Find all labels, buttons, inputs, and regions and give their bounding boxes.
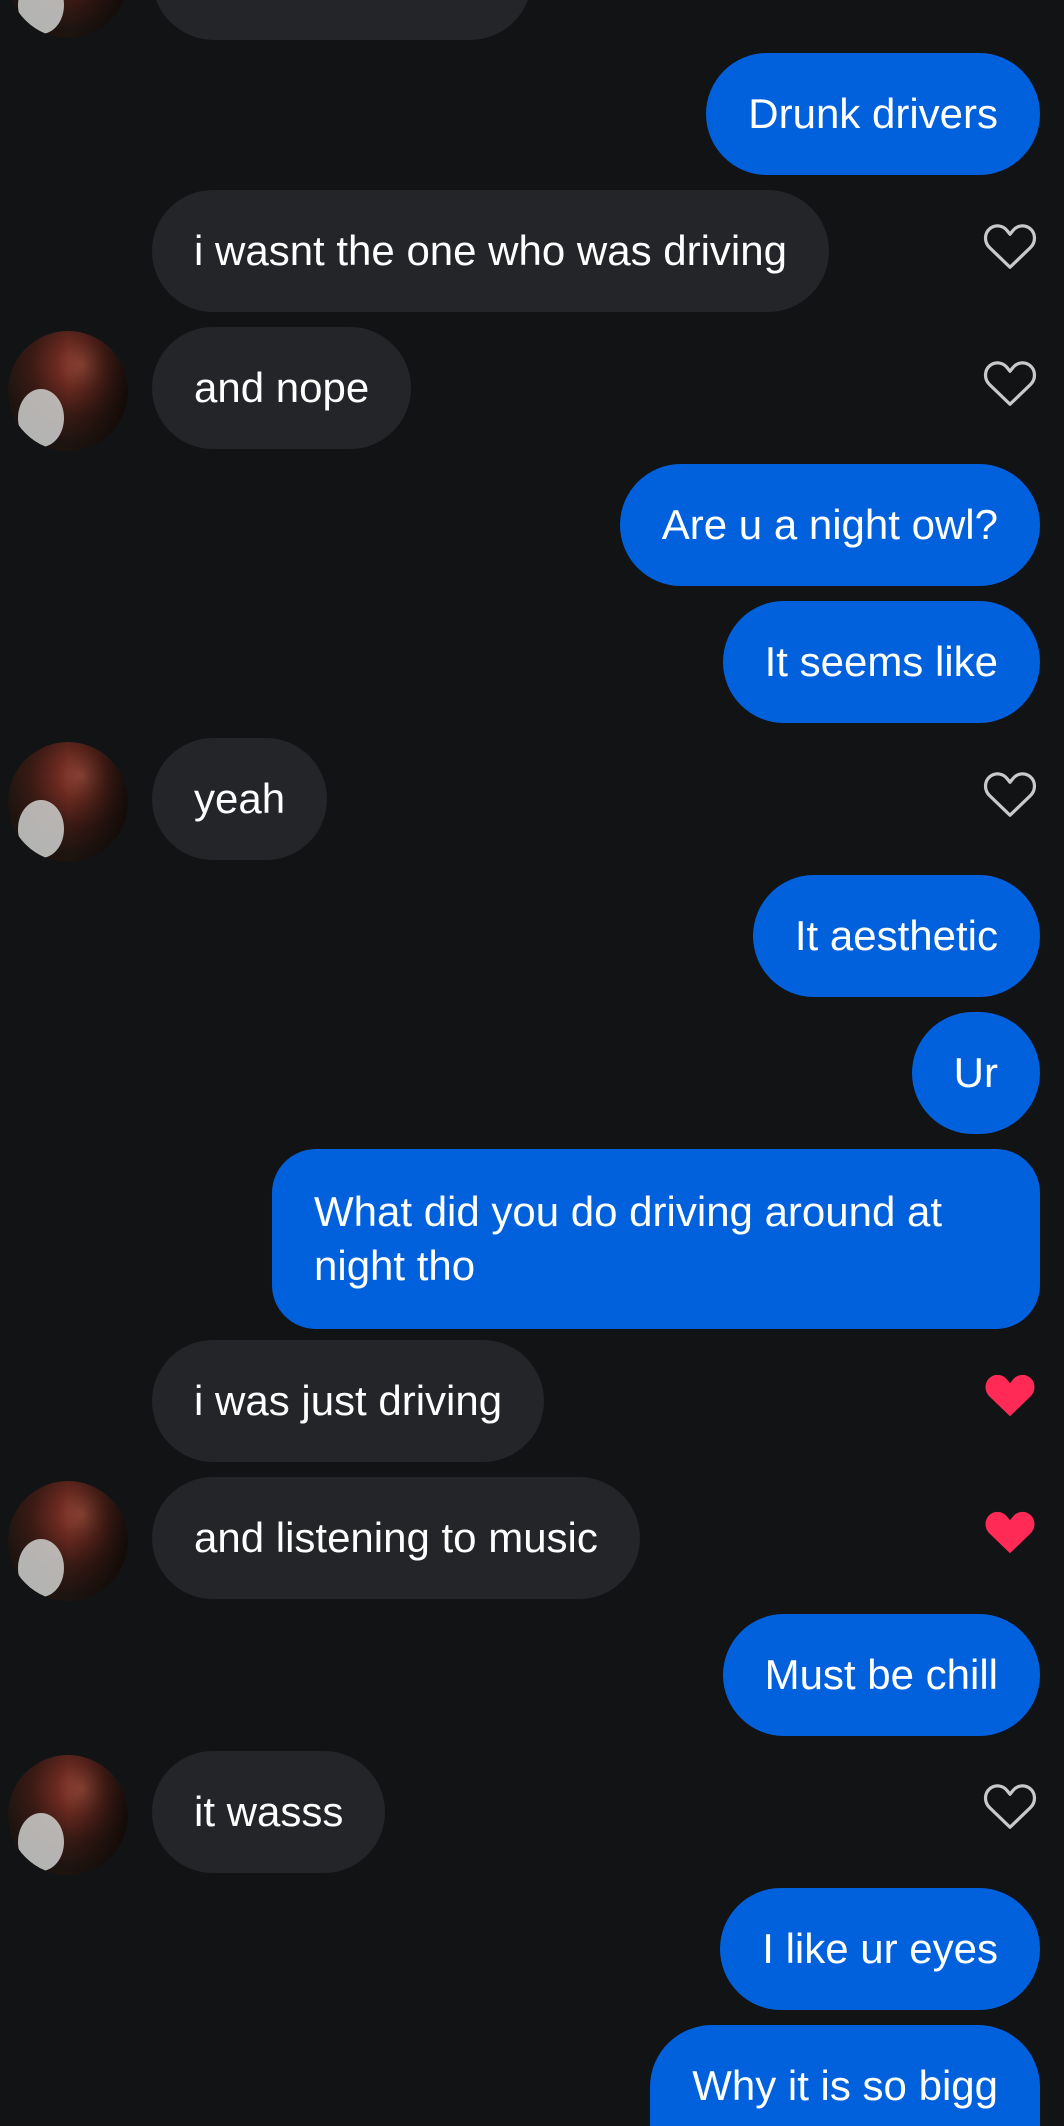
incoming-message[interactable]: and listening to music [152,1477,640,1599]
like-heart-icon[interactable] [980,216,1040,276]
message-text: and nope [194,364,370,411]
outgoing-message[interactable]: Drunk drivers [706,53,1040,175]
avatar[interactable] [8,331,128,451]
incoming-message[interactable]: and nope [152,327,412,449]
liked-heart-icon[interactable] [980,1365,1040,1425]
outgoing-message[interactable]: It aesthetic [752,875,1040,997]
outgoing-message[interactable]: It seems like [722,601,1040,723]
avatar[interactable] [8,742,128,862]
incoming-message[interactable]: i was just driving [152,1340,545,1462]
message-text: yeah [194,775,286,822]
message-text: Ur [953,1049,998,1096]
incoming-message[interactable] [152,0,532,40]
message-text: What did you do driving around at night … [314,1188,943,1289]
message-text: Are u a night owl? [661,501,998,548]
message-text: Why it is so bigg [692,2062,998,2109]
like-heart-icon[interactable] [980,764,1040,824]
avatar-photo [18,1539,64,1597]
avatar[interactable] [8,1481,128,1601]
message-thread[interactable]: Drunk drivers i wasnt the one who was dr… [0,0,1064,2126]
incoming-message[interactable]: it wasss [152,1751,386,1873]
message-text: Must be chill [764,1651,998,1698]
avatar[interactable] [8,0,128,38]
incoming-message[interactable]: i wasnt the one who was driving [152,190,829,312]
incoming-message[interactable]: yeah [152,738,328,860]
like-heart-icon[interactable] [980,1776,1040,1836]
message-text: I like ur eyes [762,1925,998,1972]
avatar-photo [18,1813,64,1871]
outgoing-message[interactable]: I like ur eyes [720,1888,1040,2010]
outgoing-message[interactable]: Must be chill [722,1614,1040,1736]
outgoing-message[interactable]: Why it is so bigg [650,2025,1040,2126]
outgoing-message[interactable]: Ur [911,1012,1040,1134]
outgoing-message[interactable]: What did you do driving around at night … [272,1149,1040,1329]
message-text: it wasss [194,1788,344,1835]
avatar[interactable] [8,1755,128,1875]
message-text: Drunk drivers [748,90,998,137]
avatar-photo [18,800,64,858]
avatar-photo [18,0,64,34]
avatar-photo [18,389,64,447]
like-heart-icon[interactable] [980,353,1040,413]
message-text: It seems like [764,638,998,685]
message-text: i was just driving [194,1377,503,1424]
message-text: and listening to music [194,1514,598,1561]
liked-heart-icon[interactable] [980,1502,1040,1562]
outgoing-message[interactable]: Are u a night owl? [619,464,1040,586]
message-text: It aesthetic [794,912,998,959]
message-text: i wasnt the one who was driving [194,227,787,274]
